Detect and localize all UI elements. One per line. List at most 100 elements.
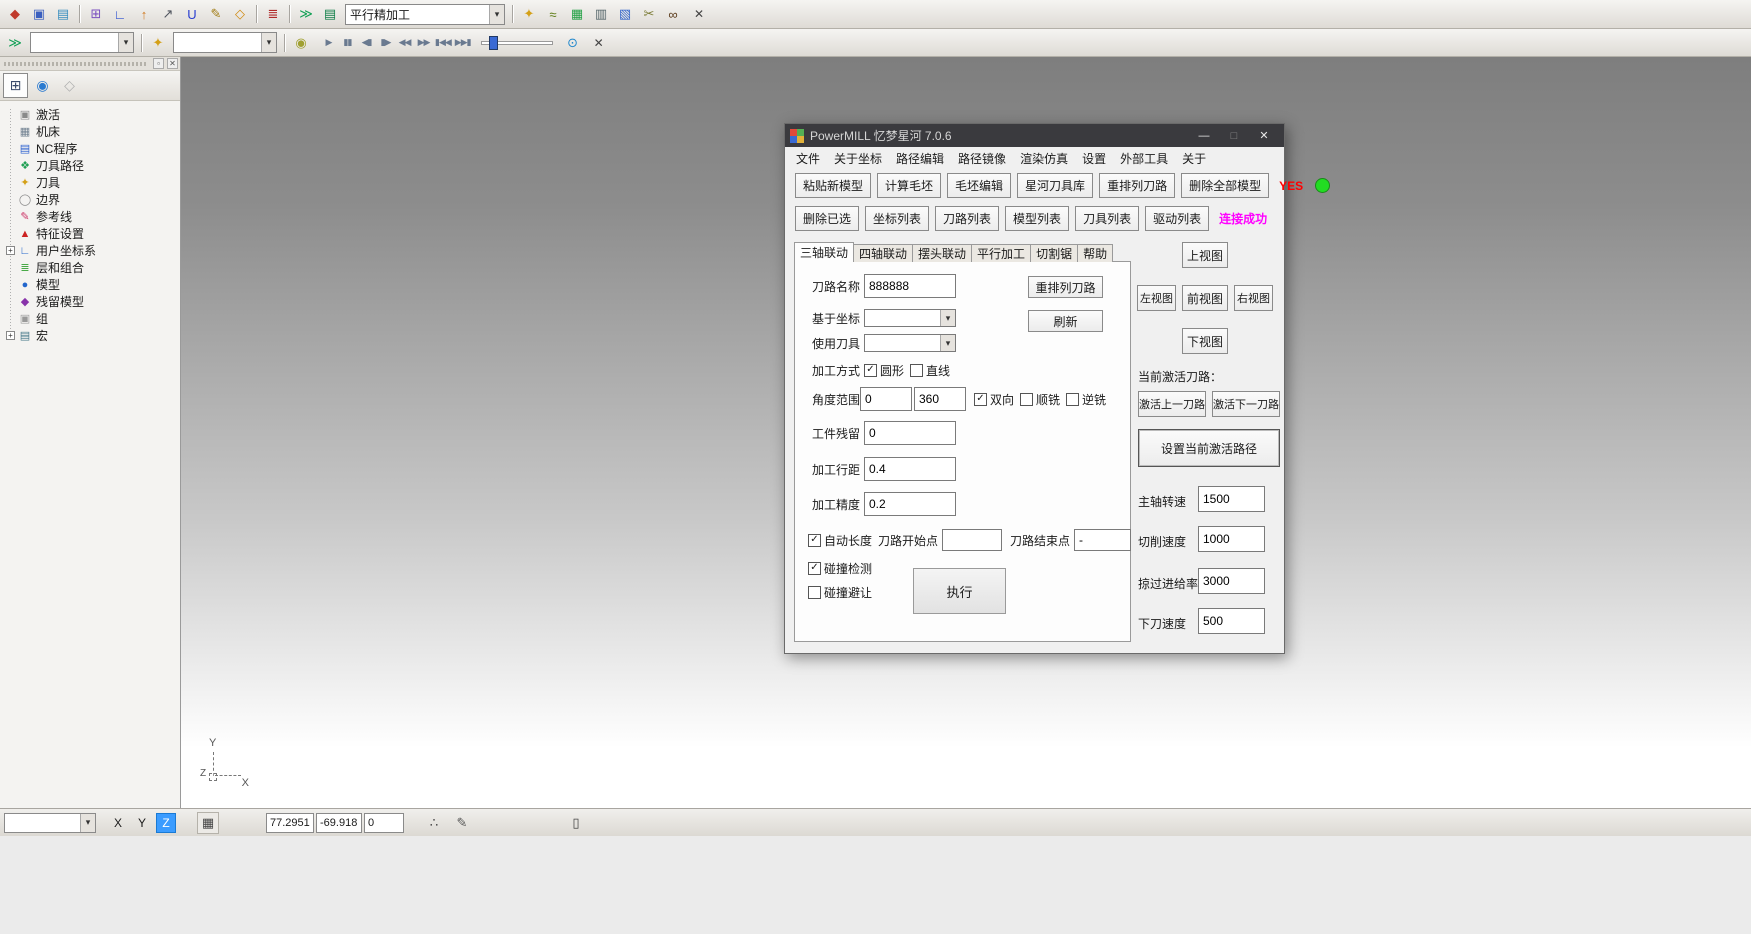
- view-right-button[interactable]: 右视图: [1234, 285, 1273, 311]
- float-button[interactable]: ▫: [153, 58, 164, 69]
- tree-item-toolpaths[interactable]: ❖ 刀具路径: [6, 157, 180, 174]
- base-coord-select[interactable]: ▾: [864, 309, 956, 327]
- toolpath-select[interactable]: 平行精加工 ▾: [345, 4, 505, 25]
- edit-stock-button[interactable]: 毛坯编辑: [947, 173, 1011, 198]
- clock-icon[interactable]: ⊙: [562, 32, 584, 54]
- panel-grip[interactable]: ▫ ✕: [0, 57, 180, 71]
- step-forward-button[interactable]: ▮▶: [376, 33, 395, 53]
- tool-icon[interactable]: ✦: [147, 32, 169, 54]
- chevron-down-icon[interactable]: ▾: [489, 5, 504, 24]
- globe-icon[interactable]: ◉: [30, 73, 55, 98]
- cutting-speed-input[interactable]: [1198, 526, 1265, 552]
- menu-settings[interactable]: 设置: [1075, 148, 1113, 169]
- menu-coords[interactable]: 关于坐标: [827, 148, 889, 169]
- climb-checkbox[interactable]: 顺铣: [1020, 391, 1060, 408]
- circle-checkbox[interactable]: ✓ 圆形: [864, 362, 904, 379]
- chevron-down-icon[interactable]: ▾: [80, 814, 95, 832]
- tool-icon[interactable]: ✦: [518, 3, 540, 25]
- chevron-down-icon[interactable]: ▾: [118, 33, 133, 52]
- annotate-icon[interactable]: U: [181, 3, 203, 25]
- axis-x-button[interactable]: X: [108, 813, 128, 833]
- tree-item-machine-tools[interactable]: ▦ 机床: [6, 123, 180, 140]
- tree-item-workplanes[interactable]: + ∟ 用户坐标系: [6, 242, 180, 259]
- drive-list-button[interactable]: 驱动列表: [1145, 206, 1209, 231]
- model-list-button[interactable]: 模型列表: [1005, 206, 1069, 231]
- slider-handle[interactable]: [489, 36, 498, 50]
- chevron-down-icon[interactable]: ▾: [261, 33, 276, 52]
- view-front-button[interactable]: 前视图: [1182, 285, 1228, 311]
- rearrange-toolpath-button[interactable]: 重排列刀路: [1099, 173, 1175, 198]
- delete-all-models-button[interactable]: 删除全部模型: [1181, 173, 1269, 198]
- close-button[interactable]: ✕: [1249, 124, 1279, 147]
- app-icon[interactable]: ◆: [4, 3, 26, 25]
- use-tool-select[interactable]: ▾: [864, 334, 956, 352]
- rewind-button[interactable]: ◀◀: [395, 33, 414, 53]
- menu-render-sim[interactable]: 渲染仿真: [1013, 148, 1075, 169]
- panel-close-button[interactable]: ✕: [167, 58, 178, 69]
- axes-icon[interactable]: ∟: [109, 3, 131, 25]
- tree-item-levels-sets[interactable]: ≣ 层和组合: [6, 259, 180, 276]
- coord-z-input[interactable]: 0: [364, 813, 404, 833]
- compute-stock-button[interactable]: 计算毛坯: [877, 173, 941, 198]
- menu-external-tools[interactable]: 外部工具: [1113, 148, 1175, 169]
- tab-3axis[interactable]: 三轴联动: [794, 242, 854, 262]
- delete-selected-button[interactable]: 删除已选: [795, 206, 859, 231]
- paste-new-model-button[interactable]: 粘贴新模型: [795, 173, 871, 198]
- nc-program-select[interactable]: ▾: [30, 32, 134, 53]
- go-start-button[interactable]: ▮◀◀: [433, 33, 453, 53]
- collision-check-checkbox[interactable]: ✓ 碰撞检测: [808, 560, 872, 577]
- program-icon[interactable]: ≫: [295, 3, 317, 25]
- plunge-speed-input[interactable]: [1198, 608, 1265, 634]
- tree-item-stock-models[interactable]: ◆ 残留模型: [6, 293, 180, 310]
- print-icon[interactable]: ▤: [52, 3, 74, 25]
- refresh-button[interactable]: 刷新: [1028, 310, 1103, 332]
- tree-item-patterns[interactable]: ✎ 参考线: [6, 208, 180, 225]
- sim-toolpath-select[interactable]: ▾: [173, 32, 277, 53]
- activate-prev-button[interactable]: 激活上一刀路: [1138, 391, 1206, 417]
- tree-view-icon[interactable]: ⊞: [3, 73, 28, 98]
- workplane-icon[interactable]: ⊞: [85, 3, 107, 25]
- pencil-icon[interactable]: ✎: [205, 3, 227, 25]
- tree-item-groups[interactable]: ▣ 组: [6, 310, 180, 327]
- grid-icon[interactable]: ▦: [566, 3, 588, 25]
- macro-play-icon[interactable]: ≣: [262, 3, 284, 25]
- step-back-button[interactable]: ◀▮: [357, 33, 376, 53]
- menu-path-edit[interactable]: 路径编辑: [889, 148, 951, 169]
- shield-icon[interactable]: ◇: [57, 73, 82, 98]
- options-icon[interactable]: ∴: [423, 812, 445, 834]
- skim-feed-input[interactable]: [1198, 568, 1265, 594]
- end-point-input[interactable]: [1074, 529, 1131, 551]
- rearrange-toolpath-button-2[interactable]: 重排列刀路: [1028, 276, 1103, 298]
- dialog-titlebar[interactable]: PowerMILL 忆梦星河 7.0.6 — □ ✕: [785, 124, 1284, 147]
- toolbar-close-icon[interactable]: ✕: [690, 5, 708, 23]
- tree-item-boundaries[interactable]: ◯ 边界: [6, 191, 180, 208]
- pause-button[interactable]: ▮▮: [338, 33, 357, 53]
- tree-item-nc-programs[interactable]: ▤ NC程序: [6, 140, 180, 157]
- spindle-speed-input[interactable]: [1198, 486, 1265, 512]
- lightbulb-icon[interactable]: ◉: [290, 32, 312, 54]
- tab-help[interactable]: 帮助: [1077, 244, 1113, 262]
- tab-head[interactable]: 摆头联动: [912, 244, 972, 262]
- go-end-button[interactable]: ▶▶▮: [453, 33, 473, 53]
- expander-icon[interactable]: +: [6, 246, 15, 255]
- tree-item-macros[interactable]: + ▤ 宏: [6, 327, 180, 344]
- chart-icon[interactable]: ▧: [614, 3, 636, 25]
- program-icon[interactable]: ≫: [4, 32, 26, 54]
- tree-item-feature-sets[interactable]: ▲ 特征设置: [6, 225, 180, 242]
- coord-x-input[interactable]: 77.2951: [266, 813, 314, 833]
- save-icon[interactable]: ▣: [28, 3, 50, 25]
- sim-toolbar-close-icon[interactable]: ✕: [590, 34, 608, 52]
- activate-next-button[interactable]: 激活下一刀路: [1212, 391, 1280, 417]
- maximize-button[interactable]: □: [1219, 124, 1249, 147]
- coord-y-input[interactable]: -69.918: [316, 813, 362, 833]
- list-icon[interactable]: ▤: [319, 3, 341, 25]
- collision-avoid-checkbox[interactable]: 碰撞避让: [808, 584, 872, 601]
- toolpath-name-input[interactable]: [864, 274, 956, 298]
- start-point-input[interactable]: [942, 529, 1002, 551]
- axis-y-button[interactable]: Y: [132, 813, 152, 833]
- angle-to-input[interactable]: [914, 387, 966, 411]
- view-top-button[interactable]: 上视图: [1182, 242, 1228, 268]
- coord-list-button[interactable]: 坐标列表: [865, 206, 929, 231]
- panel-toggle-icon[interactable]: ▯: [565, 812, 587, 834]
- tree-item-models[interactable]: ● 模型: [6, 276, 180, 293]
